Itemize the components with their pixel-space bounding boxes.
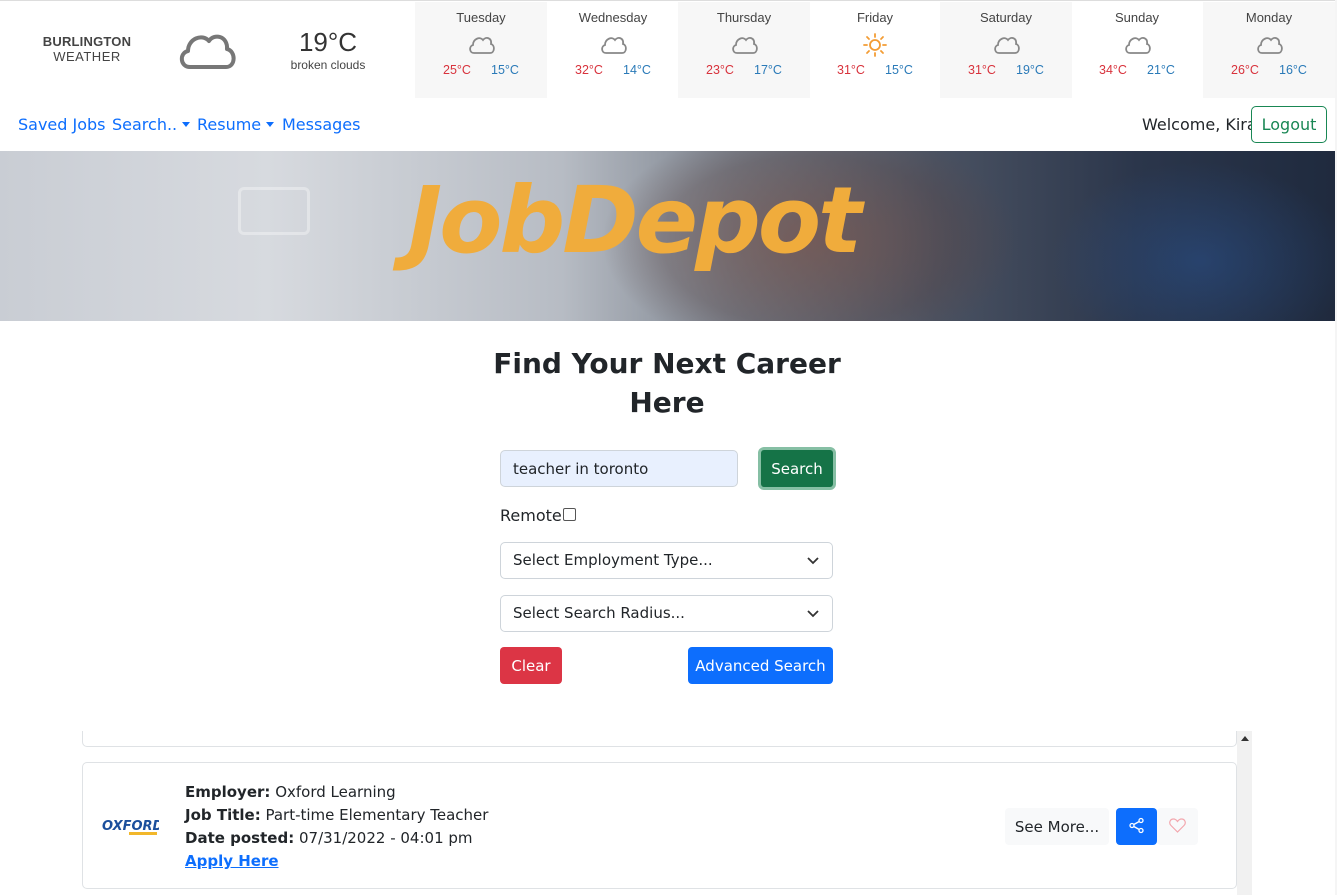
weather-widget: BURLINGTON WEATHER 19°C broken clouds Tu… xyxy=(0,0,1337,100)
forecast-low: 19°C xyxy=(1016,63,1044,77)
employment-type-select[interactable]: Select Employment Type... xyxy=(500,542,833,579)
search-input[interactable] xyxy=(500,450,738,487)
remote-label: Remote xyxy=(500,506,562,525)
current-temperature: 19°C xyxy=(298,27,358,57)
employer-label: Employer: xyxy=(185,783,271,801)
forecast-day-name: Saturday xyxy=(979,10,1033,25)
apply-link[interactable]: Apply Here xyxy=(185,852,279,870)
share-button[interactable] xyxy=(1116,808,1157,845)
employment-type-value: Select Employment Type... xyxy=(513,551,713,569)
forecast-day-name: Thursday xyxy=(716,10,772,25)
results-scrollbar[interactable] xyxy=(1237,731,1252,895)
cloud-icon xyxy=(1257,37,1283,54)
date-posted: 07/31/2022 - 04:01 pm xyxy=(298,829,473,847)
forecast-high: 31°C xyxy=(837,63,865,77)
results-list: OXFORD Employer: Oxford Learning Job Tit… xyxy=(82,731,1252,895)
forecast-low: 21°C xyxy=(1147,63,1175,77)
hero-background-glow xyxy=(1050,161,1337,321)
forecast-day: Wednesday 32°C 14°C xyxy=(547,2,679,98)
forecast-high: 23°C xyxy=(706,63,734,77)
logout-button[interactable]: Logout xyxy=(1251,106,1327,143)
search-button[interactable]: Search xyxy=(758,447,836,490)
page-title: Find Your Next Career Here xyxy=(493,347,841,419)
forecast-high: 25°C xyxy=(443,63,471,77)
share-icon xyxy=(1129,817,1144,833)
see-more-button[interactable]: See More... xyxy=(1005,808,1109,845)
clear-button[interactable]: Clear xyxy=(500,647,562,684)
weather-city: BURLINGTON xyxy=(42,34,132,49)
sun-icon xyxy=(863,33,887,57)
forecast-high: 31°C xyxy=(968,63,996,77)
search-radius-select[interactable]: Select Search Radius... xyxy=(500,595,833,632)
current-weather: 19°C broken clouds xyxy=(278,27,378,72)
job-card xyxy=(82,731,1237,747)
job-info: Employer: Oxford Learning Job Title: Par… xyxy=(185,781,488,873)
weather-label: WEATHER xyxy=(53,49,121,64)
site-logo: JobDepot xyxy=(408,167,862,274)
nav-messages[interactable]: Messages xyxy=(282,115,360,134)
favorite-button[interactable] xyxy=(1157,808,1198,845)
scroll-up-arrow-icon[interactable] xyxy=(1241,736,1249,741)
employer-logo-text: OXFORD xyxy=(102,819,159,834)
employer-logo: OXFORD xyxy=(102,819,159,835)
forecast-high: 34°C xyxy=(1099,63,1127,77)
cloud-icon xyxy=(179,34,236,69)
current-description: broken clouds xyxy=(290,58,366,72)
employer-name: Oxford Learning xyxy=(275,783,396,801)
date-row: Date posted: 07/31/2022 - 04:01 pm xyxy=(185,827,488,850)
forecast-day-name: Sunday xyxy=(1114,10,1160,25)
forecast-day: Friday 31°C 15°C xyxy=(809,2,941,98)
forecast-day: Thursday 23°C 17°C xyxy=(678,2,810,98)
remote-checkbox[interactable] xyxy=(563,508,576,521)
cloud-icon xyxy=(1125,37,1151,54)
forecast-day-name: Tuesday xyxy=(456,10,506,25)
advanced-search-button[interactable]: Advanced Search xyxy=(688,647,833,684)
welcome-message: Welcome, Kira xyxy=(1142,115,1257,134)
forecast-low: 14°C xyxy=(623,63,651,77)
weather-location: BURLINGTON WEATHER xyxy=(32,34,142,64)
forecast-low: 17°C xyxy=(754,63,782,77)
forecast-high: 32°C xyxy=(575,63,603,77)
job-title-label: Job Title: xyxy=(185,806,261,824)
forecast-low: 15°C xyxy=(885,63,913,77)
hero-banner: JobDepot xyxy=(0,151,1337,321)
nav-saved-jobs[interactable]: Saved Jobs xyxy=(18,115,106,134)
forecast-day-name: Monday xyxy=(1245,10,1293,25)
nav-resume-dropdown[interactable]: Resume xyxy=(197,115,274,134)
chart-icon xyxy=(238,187,310,235)
cloud-icon xyxy=(994,37,1020,54)
chevron-down-icon xyxy=(807,610,819,618)
forecast-low: 16°C xyxy=(1279,63,1307,77)
forecast-day-name: Wednesday xyxy=(578,10,648,25)
nav-search-dropdown[interactable]: Search.. xyxy=(112,115,190,134)
heart-icon xyxy=(1169,817,1186,833)
forecast-day: Saturday 31°C 19°C xyxy=(940,2,1072,98)
job-title-row: Job Title: Part-time Elementary Teacher xyxy=(185,804,488,827)
forecast-day: Tuesday 25°C 15°C xyxy=(415,2,547,98)
navbar: Saved Jobs Search.. Resume Messages Welc… xyxy=(0,100,1337,151)
date-label: Date posted: xyxy=(185,829,295,847)
search-radius-value: Select Search Radius... xyxy=(513,604,685,622)
forecast-day: Monday 26°C 16°C xyxy=(1203,2,1335,98)
chevron-down-icon xyxy=(807,557,819,565)
cloud-icon xyxy=(601,37,627,54)
forecast-day-name: Friday xyxy=(856,10,894,25)
job-card: OXFORD Employer: Oxford Learning Job Tit… xyxy=(82,762,1237,889)
forecast-low: 15°C xyxy=(491,63,519,77)
forecast-day: Sunday 34°C 21°C xyxy=(1071,2,1203,98)
cloud-icon xyxy=(732,37,758,54)
forecast-high: 26°C xyxy=(1231,63,1259,77)
cloud-icon xyxy=(469,37,495,54)
job-title: Part-time Elementary Teacher xyxy=(265,806,489,824)
employer-row: Employer: Oxford Learning xyxy=(185,781,488,804)
